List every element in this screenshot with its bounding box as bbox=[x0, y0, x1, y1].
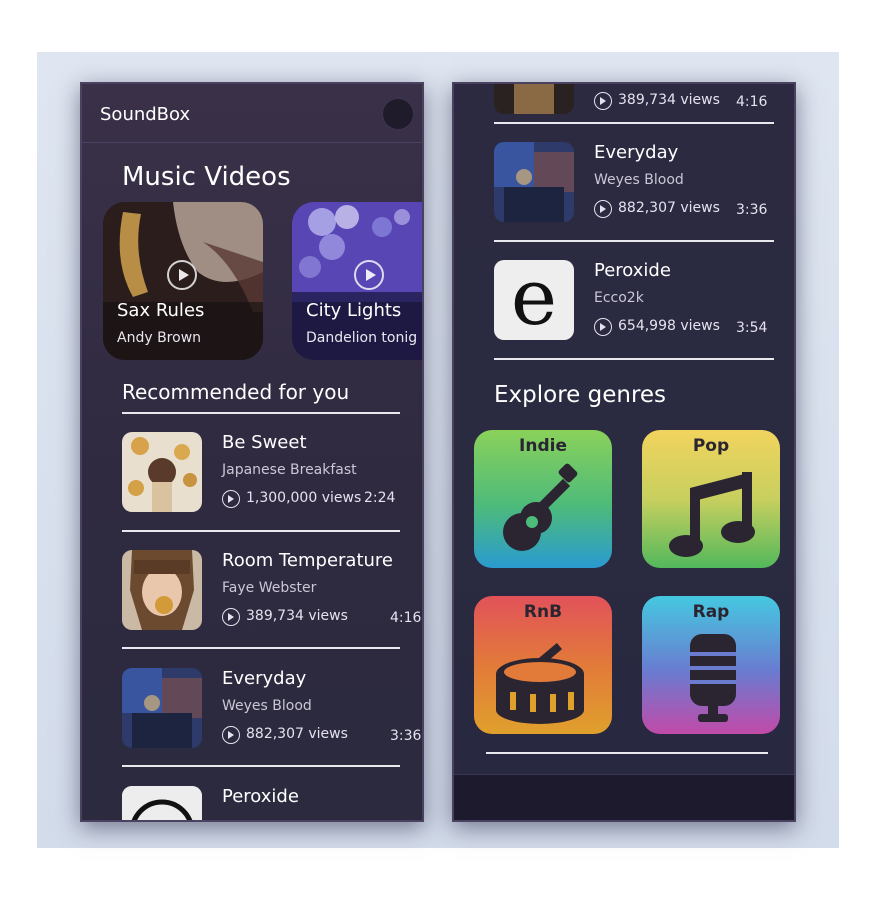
list-item[interactable]: e Peroxide Ecco2k 654,998 views 3:54 bbox=[494, 260, 784, 360]
list-item-title: Everyday bbox=[222, 668, 307, 689]
list-item-duration: 2:24 bbox=[364, 490, 396, 506]
play-icon[interactable] bbox=[222, 490, 240, 508]
divider bbox=[122, 765, 400, 767]
list-item-artist: Weyes Blood bbox=[222, 698, 312, 714]
play-icon[interactable] bbox=[594, 92, 612, 110]
list-item-title: Be Sweet bbox=[222, 432, 307, 453]
app-title: SoundBox bbox=[100, 104, 191, 125]
list-item-title: Peroxide bbox=[222, 786, 299, 807]
microphone-icon bbox=[690, 634, 736, 722]
divider bbox=[494, 358, 774, 360]
list-item-duration: 4:16 bbox=[736, 94, 768, 110]
list-item-views: 882,307 views bbox=[618, 200, 720, 216]
list-item[interactable]: Peroxide bbox=[122, 786, 412, 820]
featured-card[interactable]: Sax Rules Andy Brown bbox=[103, 202, 263, 360]
play-icon[interactable] bbox=[222, 726, 240, 744]
genre-tile-rnb[interactable]: RnB bbox=[474, 596, 612, 734]
divider bbox=[122, 412, 400, 414]
featured-title: City Lights bbox=[306, 300, 402, 321]
list-item-artist: Faye Webster bbox=[222, 580, 317, 596]
thumbnail-room-temperature bbox=[122, 550, 202, 630]
featured-title: Sax Rules bbox=[117, 300, 205, 321]
list-item-duration: 3:54 bbox=[736, 320, 768, 336]
list-item[interactable]: Everyday Weyes Blood 882,307 views 3:36 bbox=[122, 668, 421, 768]
list-item-views: 389,734 views bbox=[618, 92, 720, 108]
play-icon[interactable] bbox=[354, 260, 384, 290]
thumbnail-room-temperature bbox=[494, 84, 574, 114]
list-item-duration: 3:36 bbox=[736, 202, 768, 218]
list-item[interactable]: 389,734 views 4:16 bbox=[494, 84, 784, 134]
divider bbox=[494, 240, 774, 242]
thumbnail-peroxide: e bbox=[494, 260, 574, 340]
featured-artist: Dandelion tonig bbox=[306, 330, 418, 346]
list-item-title: Peroxide bbox=[594, 260, 671, 281]
list-item-views: 654,998 views bbox=[618, 318, 720, 334]
drum-icon bbox=[496, 642, 584, 724]
music-note-icon bbox=[669, 472, 755, 557]
section-title-music-videos: Music Videos bbox=[122, 162, 291, 192]
app-bar: SoundBox bbox=[82, 84, 422, 143]
featured-card[interactable]: City Lights Dandelion tonig bbox=[292, 202, 422, 360]
play-icon[interactable] bbox=[594, 200, 612, 218]
play-icon[interactable] bbox=[594, 318, 612, 336]
list-item-artist: Ecco2k bbox=[594, 290, 644, 306]
divider bbox=[122, 647, 400, 649]
play-icon[interactable] bbox=[222, 608, 240, 626]
list-item-artist: Weyes Blood bbox=[594, 172, 684, 188]
thumbnail-peroxide bbox=[122, 786, 202, 820]
thumbnail-everyday bbox=[122, 668, 202, 748]
genre-tile-indie[interactable]: Indie bbox=[474, 430, 612, 568]
divider bbox=[122, 530, 400, 532]
divider bbox=[494, 122, 774, 124]
avatar[interactable] bbox=[382, 98, 414, 130]
list-item[interactable]: Everyday Weyes Blood 882,307 views 3:36 bbox=[494, 142, 784, 242]
list-item-views: 389,734 views bbox=[246, 608, 348, 624]
list-item[interactable]: Be Sweet Japanese Breakfast 1,300,000 vi… bbox=[122, 432, 412, 532]
guitar-icon bbox=[503, 463, 578, 551]
genre-tile-pop[interactable]: Pop bbox=[642, 430, 780, 568]
list-item-views: 1,300,000 views bbox=[246, 490, 362, 506]
list-item-views: 882,307 views bbox=[246, 726, 348, 742]
list-item-title: Everyday bbox=[594, 142, 679, 163]
list-item[interactable]: Room Temperature Faye Webster 389,734 vi… bbox=[122, 550, 421, 650]
play-icon[interactable] bbox=[167, 260, 197, 290]
list-item-duration: 4:16 bbox=[390, 610, 422, 626]
section-title-explore-genres: Explore genres bbox=[494, 382, 667, 408]
bottom-nav-bar bbox=[454, 774, 794, 820]
list-item-artist: Japanese Breakfast bbox=[222, 462, 357, 478]
phone-screen-scrolled: 389,734 views 4:16 Everyday Weyes Blood … bbox=[452, 82, 796, 822]
divider bbox=[486, 752, 768, 754]
svg-text:e: e bbox=[511, 260, 557, 340]
thumbnail-be-sweet bbox=[122, 432, 202, 512]
genre-tile-rap[interactable]: Rap bbox=[642, 596, 780, 734]
thumbnail-everyday bbox=[494, 142, 574, 222]
list-item-duration: 3:36 bbox=[390, 728, 422, 744]
featured-artist: Andy Brown bbox=[117, 330, 202, 346]
section-title-recommended: Recommended for you bbox=[122, 380, 350, 404]
list-item-title: Room Temperature bbox=[222, 550, 393, 571]
phone-screen-home: SoundBox Music Videos Sax Rules Andy Bro… bbox=[80, 82, 424, 822]
